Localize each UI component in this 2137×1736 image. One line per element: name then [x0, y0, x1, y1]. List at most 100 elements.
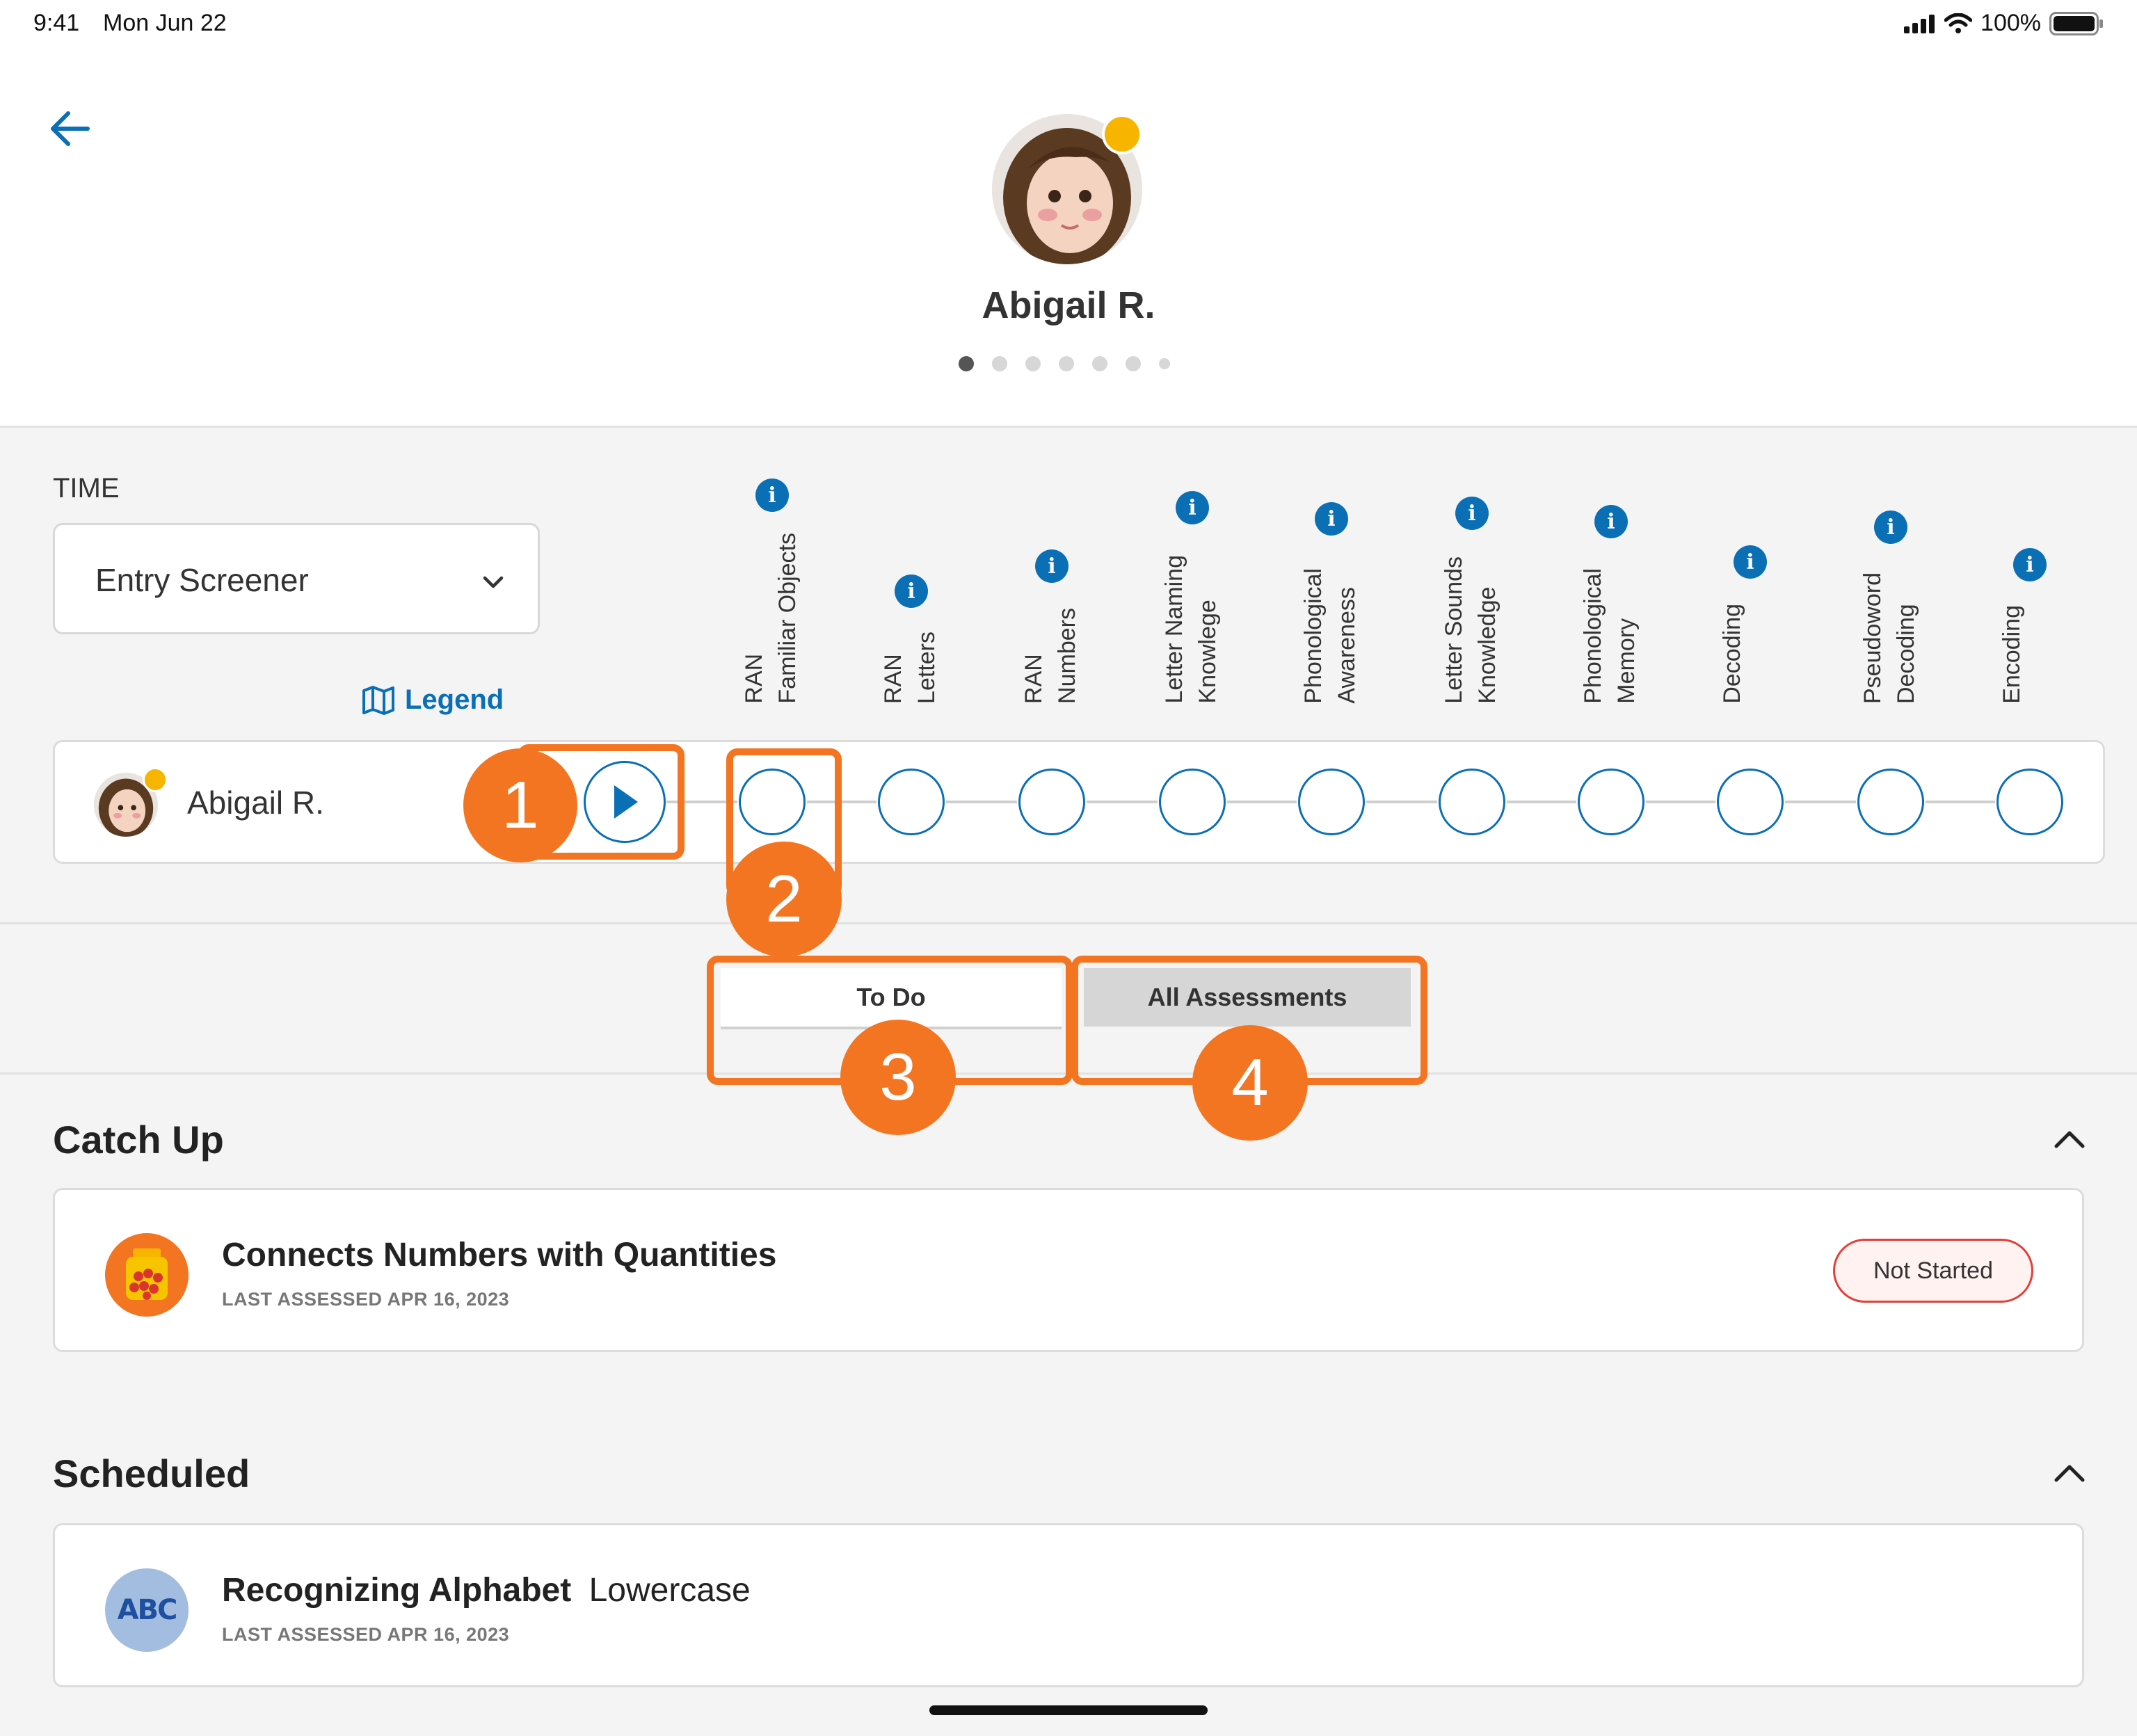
time-label: TIME — [53, 473, 120, 504]
track-connector — [1087, 801, 1158, 803]
page-indicator[interactable] — [959, 356, 1170, 371]
page-dot[interactable] — [1025, 356, 1041, 371]
annotation-badge-3: 3 — [840, 1020, 956, 1135]
info-icon[interactable]: i — [1594, 505, 1628, 538]
track-connector — [1227, 801, 1297, 803]
back-button[interactable] — [46, 104, 95, 153]
info-icon[interactable]: i — [2013, 548, 2047, 581]
scheduled-card[interactable]: ABC Recognizing Alphabet Lowercase LAST … — [53, 1523, 2084, 1687]
column-label: Phonological Memory — [1576, 554, 1643, 704]
info-icon[interactable]: i — [1035, 549, 1068, 583]
status-right: 100% — [1903, 10, 2104, 37]
column-label: RAN Numbers — [1017, 598, 1084, 704]
page-dot[interactable] — [1059, 356, 1074, 371]
info-icon[interactable]: i — [1874, 511, 1907, 544]
map-icon — [362, 685, 394, 715]
column-label: Letter Naming Knowlege — [1158, 540, 1224, 704]
column-label-line: RAN — [880, 654, 906, 704]
track-connector — [1646, 801, 1715, 803]
student-name: Abigail R. — [982, 284, 1155, 326]
scheduled-item-date: LAST ASSESSED APR 16, 2023 — [222, 1624, 510, 1645]
catch-up-item-date: LAST ASSESSED APR 16, 2023 — [222, 1289, 510, 1310]
column-label: RAN Letters — [877, 623, 943, 704]
status-dot — [1102, 114, 1142, 154]
status-badge: Not Started — [1833, 1239, 2033, 1303]
scheduled-item-extra: Lowercase — [589, 1572, 751, 1609]
student-row-name: Abigail R. — [187, 785, 324, 821]
page-dot[interactable] — [959, 356, 974, 371]
chevron-up-icon[interactable] — [2052, 1456, 2087, 1491]
cellular-signal-icon — [1904, 14, 1935, 33]
abc-icon: ABC — [105, 1568, 189, 1652]
column-label: Pseudoword Decoding — [1856, 559, 1923, 704]
status-badge-label: Not Started — [1873, 1257, 1993, 1284]
column-label-line: Decoding — [1719, 604, 1745, 704]
track-connector — [1366, 801, 1437, 803]
assessment-status-circle[interactable] — [1996, 769, 2063, 835]
column-label-line: Phonological — [1580, 568, 1606, 704]
chevron-down-icon — [483, 576, 504, 588]
column-label-line: RAN — [1021, 654, 1047, 704]
time-select[interactable]: Entry Screener — [53, 523, 540, 634]
scheduled-item-title: Recognizing Alphabet Lowercase — [222, 1571, 751, 1609]
assessment-status-circle[interactable] — [1159, 769, 1226, 835]
time-select-value: Entry Screener — [95, 562, 309, 598]
annotation-number: 1 — [502, 768, 539, 842]
info-icon[interactable]: i — [1315, 502, 1348, 536]
assessment-status-circle[interactable] — [1018, 769, 1085, 835]
catch-up-item-title: Connects Numbers with Quantities — [222, 1237, 777, 1273]
column-label: Letter Sounds Knowledge — [1437, 545, 1504, 704]
catch-up-card[interactable]: Connects Numbers with Quantities LAST AS… — [53, 1188, 2084, 1352]
page-dot[interactable] — [992, 356, 1007, 371]
column-label-line: Letter Naming — [1161, 555, 1187, 704]
info-icon[interactable]: i — [755, 479, 789, 512]
column-label-line: Letters — [913, 632, 940, 704]
info-icon[interactable]: i — [1734, 545, 1767, 579]
annotation-badge-2: 2 — [726, 842, 842, 957]
column-label-line: Knowlege — [1194, 600, 1221, 704]
column-label-line: Phonological — [1300, 568, 1327, 704]
assessment-status-circle[interactable] — [1298, 769, 1365, 835]
annotation-badge-1: 1 — [463, 748, 577, 862]
page-dot[interactable] — [1159, 358, 1170, 369]
column-label: Decoding — [1715, 594, 1749, 704]
status-dot — [143, 767, 168, 792]
battery-percent: 100% — [1980, 10, 2041, 36]
column-label-line: Encoding — [1999, 605, 2025, 704]
assessment-status-circle[interactable] — [1578, 769, 1644, 835]
column-label-line: Awareness — [1334, 587, 1360, 704]
column-label-line: RAN — [741, 654, 767, 704]
status-time: 9:41 — [33, 10, 80, 36]
info-icon[interactable]: i — [1455, 497, 1489, 530]
column-label: Encoding — [1995, 597, 2028, 704]
annotation-number: 2 — [765, 862, 803, 936]
column-label-line: Knowledge — [1474, 586, 1500, 704]
column-label-line: Numbers — [1054, 608, 1080, 704]
column-label-line: Decoding — [1893, 604, 1919, 704]
column-label: RAN Familiar Objects — [737, 527, 804, 704]
column-label-line: Pseudoword — [1859, 572, 1886, 704]
track-connector — [1507, 801, 1576, 803]
annotation-number: 4 — [1231, 1045, 1269, 1120]
info-icon[interactable]: i — [895, 574, 928, 608]
abc-icon-text: ABC — [117, 1594, 178, 1626]
scheduled-title: Scheduled — [53, 1452, 250, 1495]
column-label-line: Memory — [1613, 618, 1640, 704]
assessment-status-circle[interactable] — [1857, 769, 1924, 835]
legend-label: Legend — [405, 684, 504, 715]
scheduled-item-name: Recognizing Alphabet — [222, 1572, 572, 1609]
info-icon[interactable]: i — [1176, 491, 1209, 524]
chevron-up-icon[interactable] — [2052, 1123, 2087, 1157]
page-dot[interactable] — [1092, 356, 1107, 371]
page-dot[interactable] — [1126, 356, 1141, 371]
legend-button[interactable]: Legend — [362, 684, 504, 716]
divider — [0, 922, 2137, 924]
assessment-status-circle[interactable] — [1717, 769, 1784, 835]
wifi-icon — [1944, 13, 1973, 33]
home-indicator — [929, 1705, 1208, 1715]
track-connector — [1926, 801, 1995, 803]
assessment-status-circle[interactable] — [878, 769, 945, 835]
status-date: Mon Jun 22 — [103, 10, 227, 36]
assessment-status-circle[interactable] — [1439, 769, 1505, 835]
arrow-left-icon — [51, 111, 90, 146]
